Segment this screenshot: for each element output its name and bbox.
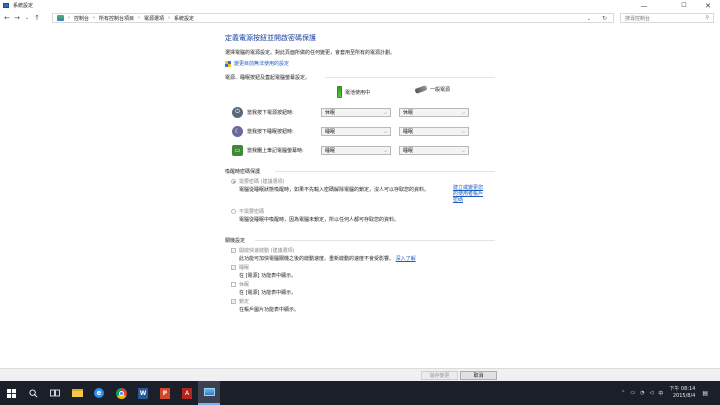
no-password-desc: 電腦從睡眠中喚醒時，因為電腦未鎖定，所以任何人都可存取您的資料。 <box>239 217 400 223</box>
chevron-down-icon: ⌵ <box>461 148 465 153</box>
require-password-desc: 電腦從睡眠狀態喚醒時，如果不先輸入密碼解除電腦的鎖定，沒人可以存取您的資料。 <box>239 187 430 193</box>
laptop-lid-icon: ▭ <box>232 144 243 156</box>
divider <box>255 240 495 241</box>
word-icon[interactable]: W <box>132 381 154 405</box>
power-button-ac-select[interactable]: 休眠 ⌵ <box>399 108 469 117</box>
refresh-icon[interactable]: ↻ <box>602 14 607 24</box>
acrobat-icon[interactable]: A <box>176 381 198 405</box>
windows-start-icon[interactable] <box>0 381 22 405</box>
control-panel-icon <box>57 15 64 21</box>
sleep-button-icon: ☾ <box>232 125 243 137</box>
create-password-link[interactable]: 建立或變更您的使用者帳戶密碼 <box>453 185 483 203</box>
chevron-down-icon: ⌵ <box>461 110 465 115</box>
radio-unselected-icon <box>231 209 236 214</box>
divider <box>275 171 495 172</box>
change-unavailable-settings-link[interactable]: 變更目前無法使用的設定 <box>225 60 289 67</box>
chrome-icon[interactable] <box>110 381 132 405</box>
search-icon: ⚲ <box>705 15 709 21</box>
battery-column-header: 電池使用中 <box>337 86 370 98</box>
sleep-button-battery-select[interactable]: 睡眠 ⌵ <box>321 127 391 136</box>
title-bar: 系統設定 — ☐ ✕ <box>0 0 720 11</box>
edge-icon[interactable]: e <box>88 381 110 405</box>
crumb-system-settings[interactable]: 系統設定 <box>174 15 194 22</box>
show-hidden-icons-icon[interactable]: ⌃ <box>621 390 625 396</box>
sleep-button-ac-select[interactable]: 睡眠 ⌵ <box>399 127 469 136</box>
task-view-icon[interactable] <box>44 381 66 405</box>
crumb-power-options[interactable]: 電源選項 <box>144 15 164 22</box>
recent-chevron-icon[interactable]: ⌄ <box>22 15 32 21</box>
buttons-section-title: 電源、睡眠按鈕及蓋起電腦螢幕設定。 <box>225 75 311 81</box>
network-icon[interactable]: ◔ <box>640 390 644 396</box>
power-button-battery-select[interactable]: 休眠 ⌵ <box>321 108 391 117</box>
address-bar-row: ← → ⌄ ↑ › 控制台 › 所有控制台項目 › 電源選項 › 系統設定 ⌄ … <box>0 11 720 25</box>
battery-status-icon[interactable]: ▭ <box>630 390 635 396</box>
control-panel-taskbar-icon[interactable] <box>198 381 220 405</box>
app-icon <box>3 3 9 8</box>
power-plug-icon <box>414 85 428 94</box>
chevron-down-icon: ⌵ <box>461 129 465 134</box>
checkbox-checked-icon: ✓ <box>231 299 236 304</box>
checkbox-checked-icon: ✓ <box>231 248 236 253</box>
close-button[interactable]: ✕ <box>696 0 720 11</box>
search-placeholder: 搜尋控制台 <box>625 15 651 22</box>
chevron-down-icon: ⌵ <box>383 148 387 153</box>
fast-startup-checkbox[interactable]: ✓ 開啟快速啟動 (建議選項) 此功能可加快電腦關機之後的啟動速度。重新啟動的速… <box>231 247 416 262</box>
volume-icon[interactable]: ◁ <box>649 390 653 396</box>
lid-close-battery-select[interactable]: 睡眠 ⌵ <box>321 146 391 155</box>
clock[interactable]: 下午 08:14 2015/8/4 <box>669 386 695 400</box>
maximize-button[interactable]: ☐ <box>672 0 696 11</box>
shutdown-section-title: 關機設定 <box>225 238 246 244</box>
hibernate-checkbox[interactable]: 休眠 在 [電源] 功能表中顯示。 <box>231 281 296 296</box>
power-button-icon: ⏻ <box>232 106 243 118</box>
powerpoint-icon[interactable]: P <box>154 381 176 405</box>
system-settings-window: 系統設定 — ☐ ✕ ← → ⌄ ↑ › 控制台 › 所有控制台項目 › 電源選… <box>0 0 720 381</box>
crumb-control-panel[interactable]: 控制台 <box>74 15 89 22</box>
cancel-button[interactable]: 取消 <box>460 371 497 380</box>
taskbar: e W P A ⌃ ▭ ◔ ◁ 中 下午 08:14 2015/8/4 ▤ <box>0 381 720 405</box>
file-explorer-icon[interactable] <box>66 381 88 405</box>
back-arrow-icon[interactable]: ← <box>2 14 12 22</box>
checkbox-unchecked-icon <box>231 282 236 287</box>
page-title: 定義電源按鈕並開啟密碼保護 <box>225 34 316 42</box>
password-section-title: 喚醒時密碼保護 <box>225 169 261 175</box>
no-password-radio[interactable]: 不需要密碼 電腦從睡眠中喚醒時，因為電腦未鎖定，所以任何人都可存取您的資料。 <box>231 208 399 223</box>
uac-shield-icon <box>225 60 231 67</box>
breadcrumb: › 控制台 › 所有控制台項目 › 電源選項 › 系統設定 <box>68 15 195 22</box>
lid-close-ac-select[interactable]: 睡眠 ⌵ <box>399 146 469 155</box>
system-tray: ⌃ ▭ ◔ ◁ 中 下午 08:14 2015/8/4 ▤ <box>621 381 708 405</box>
radio-selected-icon <box>231 179 236 184</box>
window-title: 系統設定 <box>13 3 34 9</box>
action-center-icon[interactable]: ▤ <box>702 390 708 397</box>
checkbox-checked-icon: ✓ <box>231 265 236 270</box>
chevron-down-icon: ⌵ <box>383 129 387 134</box>
save-changes-button[interactable]: 儲存變更 <box>421 371 458 380</box>
fast-startup-desc: 此功能可加快電腦關機之後的啟動速度。重新啟動的速度不會受影響。 深入了解 <box>239 256 416 262</box>
sleep-checkbox[interactable]: ✓ 睡眠 在 [電源] 功能表中顯示。 <box>231 264 296 279</box>
up-arrow-icon[interactable]: ↑ <box>32 14 42 22</box>
address-box[interactable]: › 控制台 › 所有控制台項目 › 電源選項 › 系統設定 ⌄ ↻ <box>52 13 614 23</box>
ime-indicator[interactable]: 中 <box>658 390 663 397</box>
search-input[interactable]: 搜尋控制台 ⚲ <box>620 13 714 23</box>
battery-icon <box>337 86 342 98</box>
forward-arrow-icon[interactable]: → <box>12 14 22 22</box>
divider <box>325 77 495 78</box>
ac-column-header: 一般電源 <box>414 85 450 94</box>
footer-bar: 儲存變更 取消 <box>0 368 720 381</box>
minimize-button[interactable]: — <box>632 0 656 11</box>
address-dropdown-icon[interactable]: ⌄ <box>587 14 591 24</box>
crumb-all-items[interactable]: 所有控制台項目 <box>99 15 134 22</box>
search-icon[interactable] <box>22 381 44 405</box>
learn-more-link[interactable]: 深入了解 <box>396 256 416 262</box>
require-password-radio[interactable]: 需要密碼 (建議選項) 電腦從睡眠狀態喚醒時，如果不先輸入密碼解除電腦的鎖定，沒… <box>231 178 429 193</box>
chevron-down-icon: ⌵ <box>383 110 387 115</box>
page-description: 選擇電腦的電源設定。對此頁面所做的任何變更，會套用至所有的電源計劃。 <box>225 50 396 56</box>
lock-checkbox[interactable]: ✓ 鎖定 在帳戶圖片功能表中顯示。 <box>231 298 299 313</box>
